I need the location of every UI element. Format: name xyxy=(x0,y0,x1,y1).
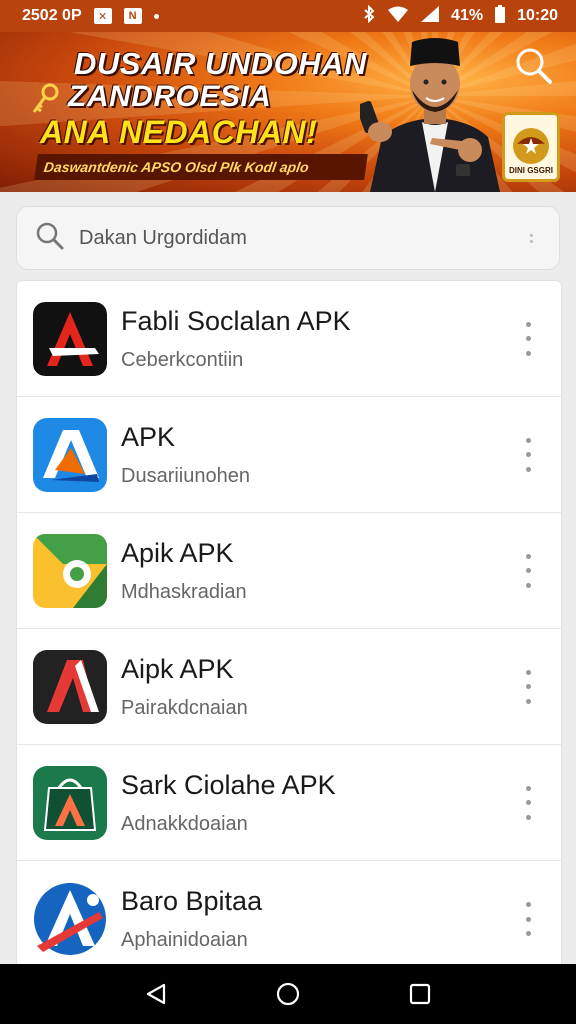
search-icon[interactable] xyxy=(514,46,554,91)
banner-person-image xyxy=(356,32,510,192)
green-bag-a-icon xyxy=(33,765,107,840)
search-options-icon[interactable] xyxy=(521,233,541,243)
blue-a-icon xyxy=(33,417,107,492)
more-options-icon[interactable] xyxy=(519,321,537,356)
more-options-icon[interactable] xyxy=(519,553,537,588)
recents-icon[interactable] xyxy=(398,972,442,1016)
more-options-icon[interactable] xyxy=(519,902,537,936)
more-options-icon[interactable] xyxy=(519,669,537,704)
app-subtitle: Aphainidoaian xyxy=(121,929,248,951)
app-list: Fabli Soclalan APK Ceberkcontiin APK Dus… xyxy=(16,280,562,968)
notification-box-icon: N xyxy=(123,8,142,24)
status-left-text: 2502 0P xyxy=(22,7,82,24)
emblem-label: DINI GSGRI xyxy=(508,166,553,175)
list-item[interactable]: Sark Ciolahe APK Adnakkdoaian xyxy=(17,745,561,861)
status-right: 41% 10:20 xyxy=(363,4,558,28)
list-item[interactable]: Aipk APK Pairakdcnaian xyxy=(17,629,561,745)
app-name: Fabli Soclalan APK xyxy=(121,305,351,336)
search-input[interactable] xyxy=(79,226,521,250)
app-name: Sark Ciolahe APK xyxy=(121,769,336,800)
app-name: Apik APK xyxy=(121,537,234,568)
back-icon[interactable] xyxy=(134,972,178,1016)
signal-icon xyxy=(421,5,440,27)
garuda-emblem-icon xyxy=(513,128,549,164)
app-subtitle: Adnakkdoaian xyxy=(121,812,248,835)
list-item[interactable]: Fabli Soclalan APK Ceberkcontiin xyxy=(17,281,561,397)
search-bar[interactable] xyxy=(16,206,560,270)
blue-shield-a-icon xyxy=(33,882,107,956)
navigation-bar xyxy=(0,964,576,1024)
notification-box-icon: ✕ xyxy=(93,8,112,24)
list-item[interactable]: Apik APK Mdhaskradian xyxy=(17,513,561,629)
green-yellow-icon xyxy=(33,533,107,608)
more-options-icon[interactable] xyxy=(519,785,537,820)
status-bar: 2502 0P ✕ N 41% 10:20 xyxy=(0,0,576,32)
home-icon[interactable] xyxy=(266,972,310,1016)
app-name: Baro Bpitaa xyxy=(121,886,263,916)
app-subtitle: Ceberkcontiin xyxy=(121,348,244,371)
battery-icon xyxy=(495,4,506,28)
banner-title-line3: ANA NEDACHAN! xyxy=(40,114,318,150)
wifi-icon xyxy=(387,6,409,27)
search-icon xyxy=(35,221,65,256)
app-name: APK xyxy=(121,421,176,452)
app-name: Aipk APK xyxy=(121,653,234,684)
promo-banner[interactable]: DUSAIR UNDOHAN ZANDROESIA ANA NEDACHAN! … xyxy=(0,32,576,192)
emblem-badge: DINI GSGRI xyxy=(502,112,564,192)
app-subtitle: Mdhaskradian xyxy=(121,580,247,603)
list-item[interactable]: APK Dusariiunohen xyxy=(17,397,561,513)
dark-red-a-icon xyxy=(33,649,107,724)
black-red-a-icon xyxy=(33,301,107,376)
bluetooth-icon xyxy=(363,4,375,28)
battery-text: 41% xyxy=(451,7,484,24)
dot-icon xyxy=(153,13,159,19)
app-subtitle: Dusariiunohen xyxy=(121,464,250,487)
status-left: 2502 0P ✕ N xyxy=(22,7,159,25)
clock: 10:20 xyxy=(517,7,558,24)
banner-title-line2: ZANDROESIA xyxy=(68,80,272,113)
more-options-icon[interactable] xyxy=(519,437,537,472)
banner-subtitle: Daswantdenic APSO Olsd Plk Kodl aplo xyxy=(34,154,368,180)
app-subtitle: Pairakdcnaian xyxy=(121,696,248,719)
list-item[interactable]: Baro Bpitaa Aphainidoaian xyxy=(17,861,561,967)
banner-title-line1: DUSAIR UNDOHAN xyxy=(74,46,367,81)
